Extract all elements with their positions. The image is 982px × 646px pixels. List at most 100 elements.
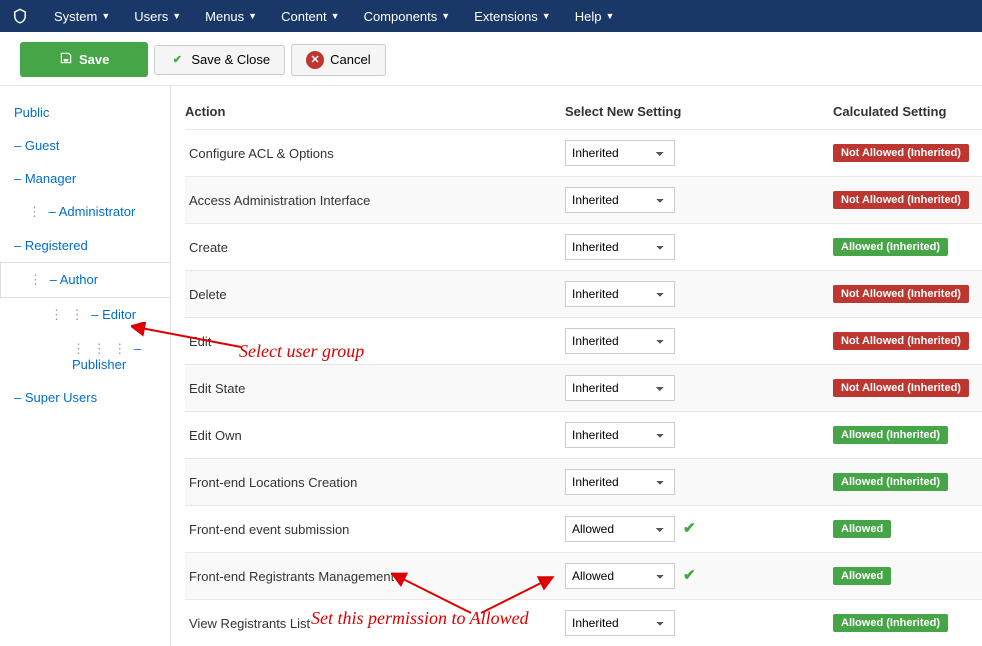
caret-down-icon: ▼ <box>172 11 181 21</box>
calculated-badge: Allowed (Inherited) <box>833 238 948 256</box>
caret-down-icon: ▼ <box>101 11 110 21</box>
cancel-label: Cancel <box>330 52 370 67</box>
nav-label: Help <box>575 9 602 24</box>
group-label: – Guest <box>14 138 60 153</box>
nav-help[interactable]: Help▼ <box>563 0 627 32</box>
group-label: – Manager <box>14 171 76 186</box>
sidebar-group-super-users[interactable]: – Super Users <box>0 381 170 414</box>
calculated-badge: Not Allowed (Inherited) <box>833 332 969 350</box>
save-label: Save <box>79 52 109 67</box>
permission-row: EditInherited Not Allowed (Inherited) <box>185 317 982 364</box>
calculated-badge: Allowed (Inherited) <box>833 473 948 491</box>
cancel-icon: ✕ <box>306 51 324 69</box>
user-group-sidebar: Public– Guest– Manager⋮ – Administrator–… <box>0 86 170 646</box>
permission-select[interactable]: Inherited <box>565 328 675 354</box>
permission-row: CreateInherited Allowed (Inherited) <box>185 223 982 270</box>
permission-row: Edit OwnInherited Allowed (Inherited) <box>185 411 982 458</box>
permission-action: Configure ACL & Options <box>185 146 565 161</box>
caret-down-icon: ▼ <box>441 11 450 21</box>
nav-users[interactable]: Users ▼ <box>122 0 193 32</box>
permission-row: Front-end Registrants ManagementAllowed✔… <box>185 552 982 599</box>
joomla-logo-icon <box>10 6 30 26</box>
caret-down-icon: ▼ <box>542 11 551 21</box>
permission-row: Edit StateInherited Not Allowed (Inherite… <box>185 364 982 411</box>
permission-row: View Registrants ListInheritedAllowed (I… <box>185 599 982 646</box>
permission-row: Front-end Locations CreationInherited All… <box>185 458 982 505</box>
sidebar-group-administrator[interactable]: ⋮ – Administrator <box>0 195 170 229</box>
permission-action: Front-end event submission <box>185 522 565 537</box>
nav-label: Content <box>281 9 327 24</box>
nav-label: Users <box>134 9 168 24</box>
check-icon: ✔ <box>683 567 696 584</box>
check-icon: ✔ <box>169 52 185 68</box>
calculated-badge: Allowed <box>833 567 891 585</box>
nav-content[interactable]: Content ▼ <box>269 0 351 32</box>
permission-select[interactable]: Inherited <box>565 281 675 307</box>
permission-select[interactable]: Inherited <box>565 610 675 636</box>
permission-action: Edit Own <box>185 428 565 443</box>
calculated-badge: Not Allowed (Inherited) <box>833 191 969 209</box>
nav-components[interactable]: Components▼ <box>352 0 463 32</box>
caret-down-icon: ▼ <box>331 11 340 21</box>
group-label: Public <box>14 105 49 120</box>
permission-select[interactable]: Inherited <box>565 234 675 260</box>
cancel-button[interactable]: ✕ Cancel <box>291 44 385 76</box>
permission-action: Edit <box>185 334 565 349</box>
header-setting: Select New Setting <box>565 104 833 119</box>
top-navbar: System▼Users▼Menus▼Content▼Components▼Ex… <box>0 0 982 32</box>
permission-action: Access Administration Interface <box>185 193 565 208</box>
save-close-label: Save & Close <box>191 52 270 67</box>
permissions-panel: Action Select New Setting Calculated Set… <box>170 86 982 646</box>
permission-action: Edit State <box>185 381 565 396</box>
check-icon: ✔ <box>683 520 696 537</box>
calculated-badge: Allowed (Inherited) <box>833 426 948 444</box>
permission-row: DeleteInherited Not Allowed (Inherited) <box>185 270 982 317</box>
sidebar-group-editor[interactable]: ⋮ ⋮ – Editor <box>0 298 170 332</box>
calculated-badge: Not Allowed (Inherited) <box>833 285 969 303</box>
permission-row: Configure ACL & OptionsInherited Not Allo… <box>185 129 982 176</box>
permission-select[interactable]: Inherited <box>565 187 675 213</box>
calculated-badge: Not Allowed (Inherited) <box>833 379 969 397</box>
caret-down-icon: ▼ <box>248 11 257 21</box>
permission-action: Create <box>185 240 565 255</box>
permission-row: Front-end event submissionAllowed✔Allowe… <box>185 505 982 552</box>
sidebar-group-author[interactable]: ⋮ – Author <box>0 262 171 298</box>
action-toolbar: Save ✔ Save & Close ✕ Cancel <box>0 32 982 86</box>
header-calc: Calculated Setting <box>833 104 982 119</box>
group-label: – Author <box>50 272 98 287</box>
calculated-badge: Not Allowed (Inherited) <box>833 144 969 162</box>
permission-select[interactable]: Inherited <box>565 469 675 495</box>
permission-action: Delete <box>185 287 565 302</box>
nav-extensions[interactable]: Extensions ▼ <box>462 0 563 32</box>
calculated-badge: Allowed <box>833 520 891 538</box>
permission-select[interactable]: Allowed <box>565 516 675 542</box>
permission-select[interactable]: Allowed <box>565 563 675 589</box>
group-label: – Editor <box>91 307 136 322</box>
sidebar-group-public[interactable]: Public <box>0 96 170 129</box>
permission-select[interactable]: Inherited <box>565 375 675 401</box>
group-label: – Super Users <box>14 390 97 405</box>
sidebar-group-registered[interactable]: – Registered <box>0 229 170 262</box>
save-button[interactable]: Save <box>20 42 148 77</box>
nav-menus[interactable]: Menus ▼ <box>193 0 269 32</box>
caret-down-icon: ▼ <box>605 11 614 21</box>
sidebar-group-guest[interactable]: – Guest <box>0 129 170 162</box>
group-label: – Administrator <box>49 204 136 219</box>
nav-label: System <box>54 9 97 24</box>
group-label: – Registered <box>14 238 88 253</box>
permission-action: Front-end Registrants Management <box>185 569 565 584</box>
permission-row: Access Administration InterfaceInherited… <box>185 176 982 223</box>
save-icon <box>59 51 73 68</box>
nav-label: Extensions <box>474 9 538 24</box>
sidebar-group-manager[interactable]: – Manager <box>0 162 170 195</box>
save-close-button[interactable]: ✔ Save & Close <box>154 45 285 75</box>
nav-label: Components <box>364 9 438 24</box>
permission-action: Front-end Locations Creation <box>185 475 565 490</box>
header-action: Action <box>185 104 565 119</box>
nav-label: Menus <box>205 9 244 24</box>
nav-system[interactable]: System ▼ <box>42 0 122 32</box>
permission-action: View Registrants List <box>185 616 565 631</box>
permission-select[interactable]: Inherited <box>565 422 675 448</box>
permission-select[interactable]: Inherited <box>565 140 675 166</box>
sidebar-group-publisher[interactable]: ⋮ ⋮ ⋮ – Publisher <box>0 332 170 381</box>
